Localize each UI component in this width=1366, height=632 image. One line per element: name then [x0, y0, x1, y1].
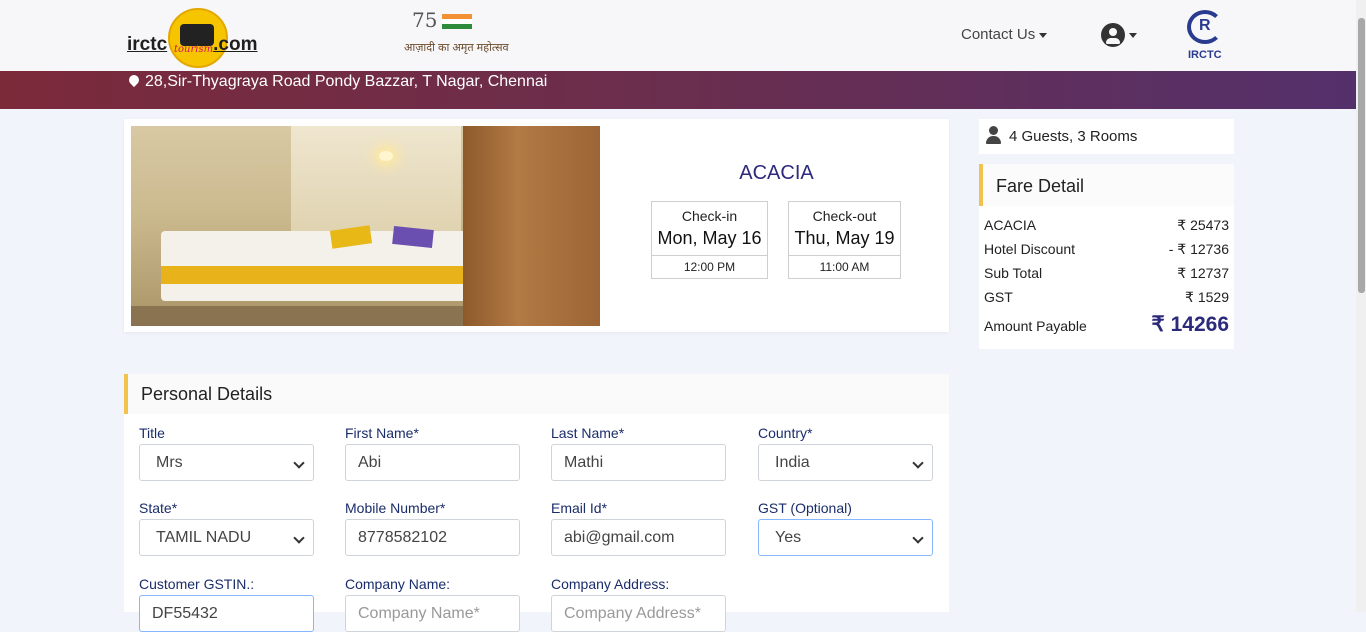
gst-value: Yes: [775, 529, 802, 546]
fare-row-label: Sub Total: [984, 265, 1043, 281]
checkin-date: Mon, May 16: [652, 228, 767, 256]
logo-text-right: .com: [213, 34, 258, 55]
gst-label: GST (Optional): [758, 500, 852, 516]
hotel-address-banner: 28,Sir-Thyagraya Road Pondy Bazzar, T Na…: [0, 71, 1356, 109]
company-address-input[interactable]: Company Address*: [551, 595, 726, 632]
checkin-box: Check-in Mon, May 16 12:00 PM: [651, 201, 768, 279]
title-label: Title: [139, 425, 165, 441]
irctc-logo[interactable]: R IRCTC: [1182, 8, 1232, 64]
page-scrollbar-thumb[interactable]: [1358, 18, 1365, 293]
azadi-text: आज़ादी का अमृत महोत्सव: [404, 42, 509, 54]
irctc-logo-letter: R: [1199, 17, 1211, 34]
user-circle-icon: [1101, 23, 1125, 47]
flag-icon: [442, 14, 472, 30]
title-select[interactable]: Mrs: [139, 444, 314, 481]
company-name-placeholder: Company Name*: [358, 605, 480, 622]
hotel-name: ACACIA: [739, 162, 814, 184]
fare-row-label: ACACIA: [984, 217, 1037, 233]
contact-us-label: Contact Us: [961, 26, 1036, 43]
title-value: Mrs: [156, 454, 183, 471]
chevron-down-icon: [293, 532, 305, 544]
azadi-ka-amrit-mahotsav-logo: 75 आज़ादी का अमृत महोत्सव: [404, 8, 509, 62]
guests-rooms-text: 4 Guests, 3 Rooms: [1009, 128, 1138, 145]
fare-row-value: ₹ 1529: [1185, 289, 1229, 305]
mobile-input[interactable]: 8778582102: [345, 519, 520, 556]
fare-row-label: GST: [984, 289, 1013, 305]
irctc-logo-text: IRCTC: [1188, 49, 1222, 61]
checkin-time: 12:00 PM: [683, 260, 736, 274]
last-name-input[interactable]: Mathi: [551, 444, 726, 481]
chevron-down-icon: [912, 532, 924, 544]
fare-detail-card: Fare Detail ACACIA ₹ 25473 Hotel Discoun…: [979, 164, 1234, 349]
fare-row-value: ₹ 12737: [1177, 265, 1229, 281]
user-icon: [985, 126, 1001, 144]
chevron-down-icon: [912, 457, 924, 469]
amount-payable-value: ₹ 14266: [1151, 313, 1229, 336]
checkout-date: Thu, May 19: [789, 228, 900, 256]
hotel-address: 28,Sir-Thyagraya Road Pondy Bazzar, T Na…: [126, 72, 548, 91]
last-name-label: Last Name*: [551, 425, 625, 441]
hotel-address-text: 28,Sir-Thyagraya Road Pondy Bazzar, T Na…: [145, 73, 548, 90]
company-name-label: Company Name:: [345, 576, 451, 592]
top-navbar: tourism irctc .com 75 आज़ादी का अमृत महोत…: [0, 0, 1356, 71]
user-account-dropdown[interactable]: [1101, 23, 1137, 47]
caret-down-icon: [1039, 32, 1048, 38]
country-value: India: [775, 454, 810, 471]
fare-row-value: - ₹ 12736: [1168, 241, 1229, 257]
checkout-box: Check-out Thu, May 19 11:00 AM: [788, 201, 901, 279]
checkin-label: Check-in: [681, 208, 738, 224]
mobile-value: 8778582102: [358, 529, 447, 546]
state-select[interactable]: TAMIL NADU: [139, 519, 314, 556]
caret-down-icon: [1129, 32, 1137, 38]
mobile-label: Mobile Number*: [345, 500, 446, 516]
fare-row-label: Hotel Discount: [984, 241, 1076, 257]
company-address-placeholder: Company Address*: [564, 605, 701, 622]
contact-us-dropdown[interactable]: Contact Us: [961, 26, 1048, 43]
hotel-summary-card: ACACIA Check-in Mon, May 16 12:00 PM Che…: [124, 119, 949, 332]
guests-rooms-summary: 4 Guests, 3 Rooms: [979, 119, 1234, 154]
gstin-value: DF55432: [152, 605, 218, 622]
amount-payable-label: Amount Payable: [984, 318, 1087, 334]
email-value: abi@gmail.com: [564, 529, 675, 546]
company-address-label: Company Address:: [551, 576, 670, 592]
checkout-time: 11:00 AM: [819, 260, 870, 274]
logo-text[interactable]: irctc .com: [127, 34, 258, 56]
last-name-value: Mathi: [564, 454, 604, 471]
first-name-input[interactable]: Abi: [345, 444, 520, 481]
personal-details-title: Personal Details: [141, 384, 273, 404]
state-value: TAMIL NADU: [156, 529, 252, 546]
hotel-room-image: [131, 126, 600, 326]
fare-detail-title: Fare Detail: [996, 176, 1085, 196]
country-label: Country*: [758, 425, 813, 441]
gstin-label: Customer GSTIN.:: [139, 576, 255, 592]
first-name-value: Abi: [358, 454, 382, 471]
azadi-number: 75: [412, 8, 438, 32]
personal-details-header: Personal Details: [124, 374, 949, 414]
gstin-input[interactable]: DF55432: [139, 595, 314, 632]
email-input[interactable]: abi@gmail.com: [551, 519, 726, 556]
personal-details-card: Personal Details Title Mrs First Name* A…: [124, 374, 949, 632]
email-label: Email Id*: [551, 500, 608, 516]
first-name-label: First Name*: [345, 425, 419, 441]
state-label: State*: [139, 500, 178, 516]
chevron-down-icon: [293, 457, 305, 469]
checkout-label: Check-out: [812, 208, 877, 224]
gst-select[interactable]: Yes: [758, 519, 933, 556]
map-marker-icon: [126, 72, 142, 88]
company-name-input[interactable]: Company Name*: [345, 595, 520, 632]
logo-text-left: irctc: [127, 34, 168, 55]
country-select[interactable]: India: [758, 444, 933, 481]
fare-row-value: ₹ 25473: [1177, 217, 1229, 233]
